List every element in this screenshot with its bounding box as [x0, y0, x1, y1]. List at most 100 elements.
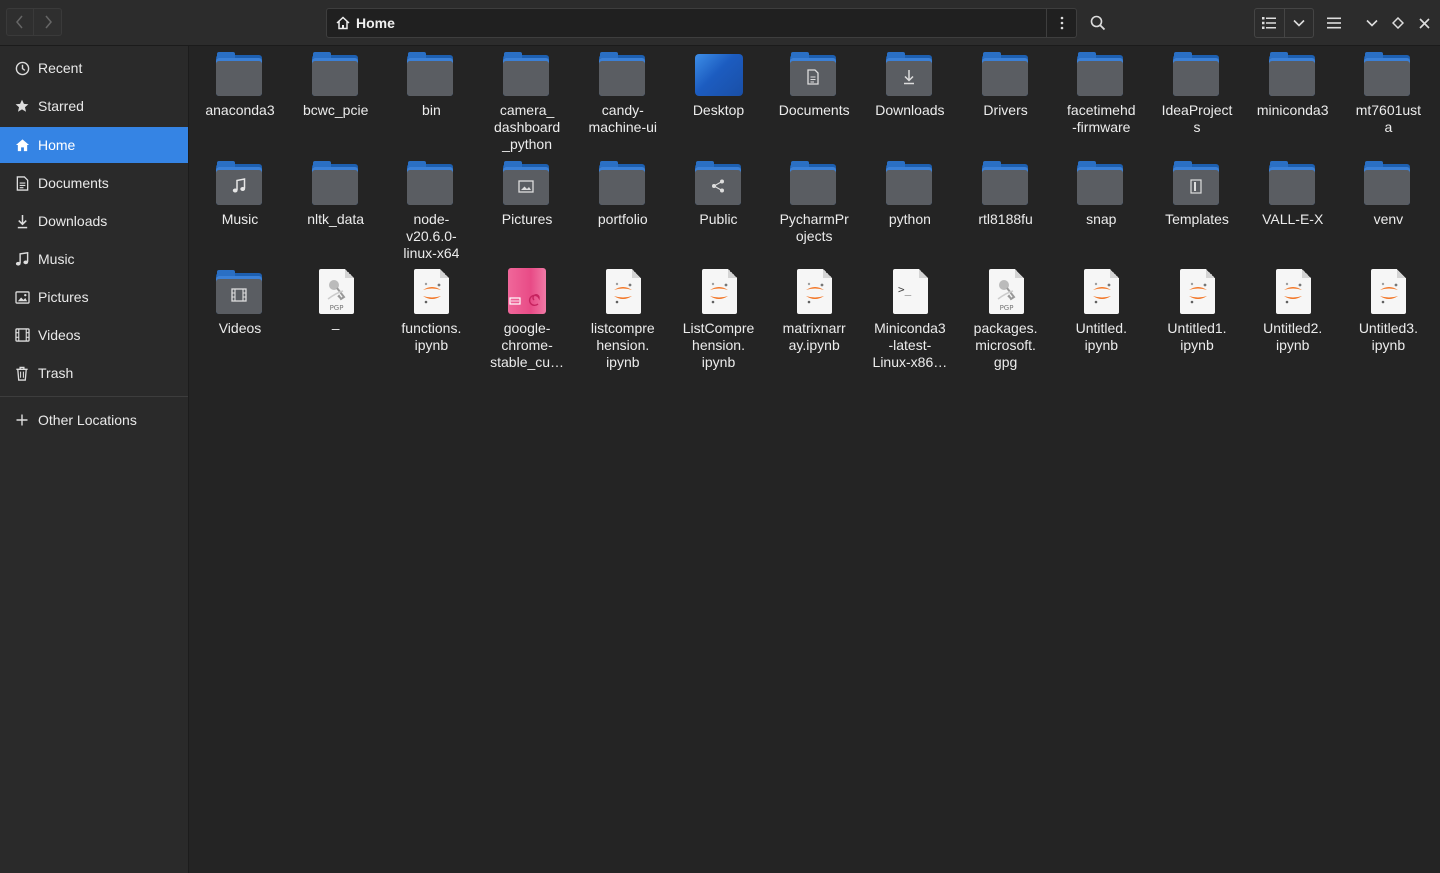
- folder-item[interactable]: bin: [383, 50, 479, 119]
- folder-item[interactable]: Templates: [1149, 159, 1245, 228]
- jupyter-logo-icon: [805, 282, 824, 304]
- folder-icon: [598, 50, 647, 98]
- file-item[interactable]: google- chrome- stable_cu…: [479, 268, 575, 371]
- sidebar-item-documents[interactable]: Documents: [0, 165, 188, 201]
- sidebar-item-pictures[interactable]: Pictures: [0, 279, 188, 315]
- pgp-key-icon: PGP: [312, 268, 360, 316]
- folder-item[interactable]: PycharmPr ojects: [766, 159, 862, 245]
- file-item[interactable]: functions. ipynb: [383, 268, 479, 354]
- main-menu-button[interactable]: [1324, 8, 1344, 38]
- folder-item[interactable]: facetimehd -firmware: [1053, 50, 1149, 136]
- file-name-label: Untitled1. ipynb: [1167, 320, 1227, 353]
- folder-icon: [311, 159, 360, 207]
- file-name-label: –: [331, 320, 340, 336]
- sidebar-item-label: Music: [38, 251, 75, 267]
- folder-icon: [981, 159, 1030, 207]
- svg-text:PGP: PGP: [329, 304, 343, 312]
- folder-item[interactable]: python: [862, 159, 958, 228]
- hamburger-menu-icon: [1327, 17, 1341, 29]
- search-button[interactable]: [1086, 8, 1110, 38]
- sidebar-divider: [0, 396, 188, 397]
- file-name-label: Drivers: [983, 102, 1028, 118]
- folder-item[interactable]: Documents: [766, 50, 862, 119]
- folder-item[interactable]: Videos: [192, 268, 288, 337]
- folder-item[interactable]: portfolio: [575, 159, 671, 228]
- sidebar-item-label: Downloads: [38, 213, 108, 229]
- file-item[interactable]: Untitled2. ipynb: [1245, 268, 1341, 354]
- svg-text:>_: >_: [898, 283, 912, 296]
- folder-item[interactable]: anaconda3: [192, 50, 288, 119]
- folder-item[interactable]: VALL-E-X: [1245, 159, 1341, 228]
- folder-icon: [1268, 159, 1317, 207]
- list-view-button[interactable]: [1255, 9, 1285, 37]
- file-item[interactable]: Untitled3. ipynb: [1340, 268, 1436, 354]
- sidebar-item-downloads[interactable]: Downloads: [0, 203, 188, 239]
- location-menu-button[interactable]: [1047, 8, 1077, 38]
- jupyter-notebook-icon: [1173, 268, 1221, 316]
- folder-item[interactable]: bcwc_pcie: [288, 50, 384, 119]
- deb-package-icon: [503, 268, 551, 316]
- file-item[interactable]: PGP –: [288, 268, 384, 337]
- maximize-button[interactable]: [1388, 8, 1408, 38]
- file-name-label: IdeaProject s: [1161, 102, 1233, 135]
- sidebar-item-music[interactable]: Music: [0, 241, 188, 277]
- folder-item[interactable]: Downloads: [862, 50, 958, 119]
- folder-item[interactable]: mt7601ust a: [1340, 50, 1436, 136]
- sidebar-item-videos[interactable]: Videos: [0, 317, 188, 353]
- forward-button[interactable]: [34, 8, 62, 36]
- location-bar[interactable]: Home: [326, 8, 1047, 38]
- sidebar-item-other-locations[interactable]: Other Locations: [0, 402, 188, 438]
- file-item[interactable]: Untitled. ipynb: [1053, 268, 1149, 354]
- folder-item[interactable]: node- v20.6.0- linux-x64: [383, 159, 479, 262]
- file-name-label: nltk_data: [307, 211, 365, 227]
- jupyter-logo-icon: [710, 282, 728, 304]
- folder-icon: [407, 159, 455, 207]
- folder-item[interactable]: Music: [192, 159, 288, 228]
- sidebar-item-home[interactable]: Home: [0, 127, 188, 163]
- folder-icon: [790, 50, 838, 98]
- file-item[interactable]: Untitled1. ipynb: [1149, 268, 1245, 354]
- file-name-label: Untitled3. ipynb: [1358, 320, 1418, 353]
- sidebar-item-starred[interactable]: Starred: [0, 88, 188, 124]
- folder-item[interactable]: venv: [1340, 159, 1436, 228]
- header-bar: Home: [0, 0, 1440, 46]
- jupyter-notebook-icon: [1269, 268, 1317, 316]
- folder-item[interactable]: rtl8188fu: [958, 159, 1054, 228]
- folder-item[interactable]: Public: [671, 159, 767, 228]
- file-name-label: Downloads: [875, 102, 945, 118]
- back-button[interactable]: [6, 8, 34, 36]
- sidebar-item-trash[interactable]: Trash: [0, 355, 188, 391]
- minimize-button[interactable]: [1362, 8, 1382, 38]
- plus-icon: [16, 414, 28, 426]
- folder-item[interactable]: nltk_data: [288, 159, 384, 228]
- sidebar-item-label: Trash: [38, 365, 74, 381]
- folder-item[interactable]: Drivers: [958, 50, 1054, 119]
- folder-item[interactable]: Desktop: [671, 50, 767, 119]
- folder-icon: [1268, 50, 1317, 98]
- view-options-dropdown[interactable]: [1285, 9, 1314, 37]
- file-name-label: bcwc_pcie: [303, 102, 369, 118]
- file-item[interactable]: >_ Miniconda3 -latest- Linux-x86…: [862, 268, 958, 371]
- folder-item[interactable]: snap: [1053, 159, 1149, 228]
- folder-icon: [1077, 159, 1125, 207]
- key-icon: PGP: [327, 280, 346, 312]
- folder-item[interactable]: IdeaProject s: [1149, 50, 1245, 136]
- sidebar-item-recent[interactable]: Recent: [0, 50, 188, 86]
- file-name-label: ListCompre hension. ipynb: [682, 320, 755, 370]
- folder-icon: [885, 159, 934, 207]
- chevron-down-icon: [1293, 19, 1305, 27]
- close-button[interactable]: [1414, 8, 1434, 38]
- file-item[interactable]: ListCompre hension. ipynb: [671, 268, 767, 371]
- file-name-label: portfolio: [597, 211, 648, 227]
- folder-icon: [790, 159, 838, 207]
- file-item[interactable]: PGP packages. microsoft. gpg: [958, 268, 1054, 371]
- folder-item[interactable]: miniconda3: [1245, 50, 1341, 119]
- file-name-label: Templates: [1165, 211, 1229, 227]
- file-item[interactable]: matrixnarr ay.ipynb: [766, 268, 862, 354]
- file-name-label: rtl8188fu: [978, 211, 1033, 227]
- folder-item[interactable]: candy- machine-ui: [575, 50, 671, 136]
- file-name-label: Untitled2. ipynb: [1263, 320, 1323, 353]
- folder-item[interactable]: camera_ dashboard _python: [479, 50, 575, 153]
- file-item[interactable]: listcompre hension. ipynb: [575, 268, 671, 371]
- folder-item[interactable]: Pictures: [479, 159, 575, 228]
